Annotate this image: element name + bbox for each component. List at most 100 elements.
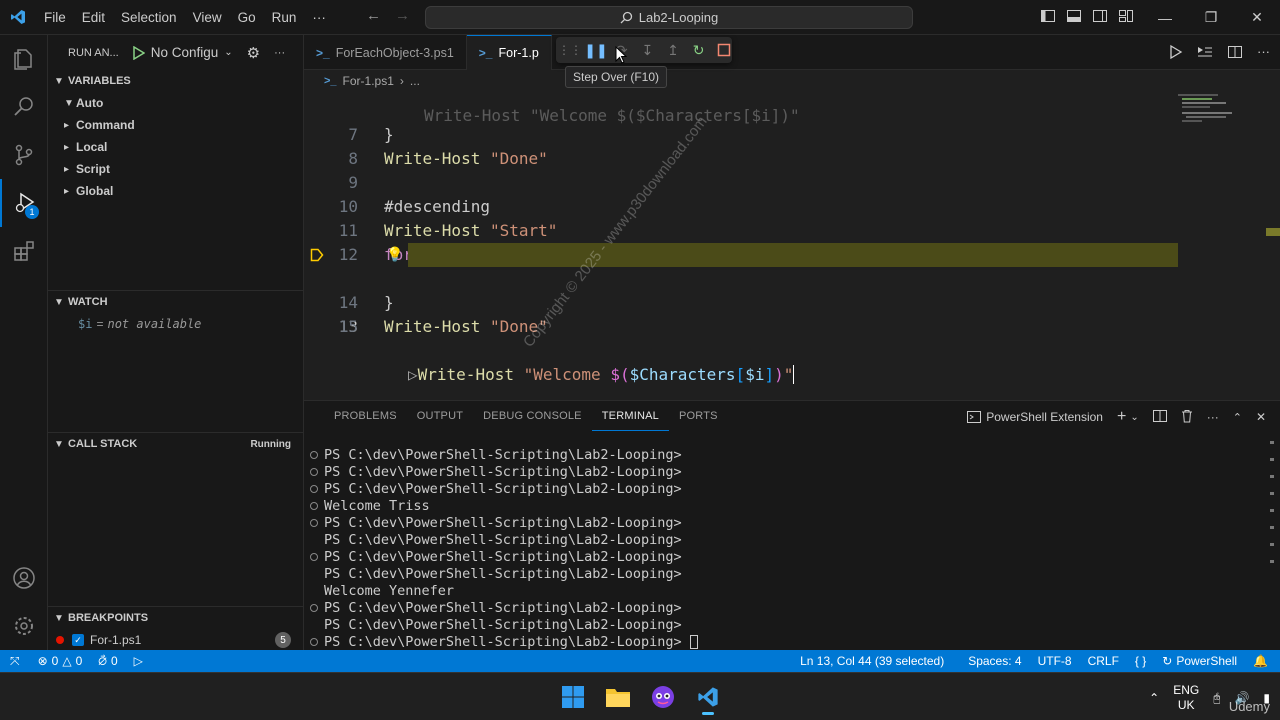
search-icon[interactable]	[0, 83, 48, 131]
panel-tabs: PROBLEMS OUTPUT DEBUG CONSOLE TERMINAL P…	[304, 401, 1280, 431]
terminal-scrollbar[interactable]	[1270, 441, 1274, 641]
breadcrumb-more[interactable]: ...	[410, 74, 420, 88]
launch-config-select[interactable]: No Configu ⌄	[132, 45, 233, 60]
powershell-file-icon: >_	[478, 46, 493, 60]
minimize-icon[interactable]: —	[1142, 0, 1188, 35]
step-into-icon[interactable]: ↧	[640, 42, 656, 58]
code-text: ▷Write-Host "Welcome $($Characters[$i])"	[408, 365, 795, 384]
run-file-icon[interactable]	[1169, 44, 1183, 63]
variables-scope-auto[interactable]: ▼ Auto	[48, 92, 303, 114]
lightbulb-icon[interactable]: 💡	[386, 243, 403, 267]
input-language[interactable]: ENG UK	[1173, 683, 1199, 713]
code-line-7: 7}	[348, 125, 394, 144]
terminal-selector[interactable]: PowerShell Extension	[967, 410, 1103, 424]
show-hidden-icons-chevron-icon[interactable]: ⌃	[1149, 691, 1159, 705]
debug-status-icon[interactable]: ▷	[126, 650, 151, 672]
tab-terminal[interactable]: TERMINAL	[591, 401, 669, 431]
ports-status[interactable]: ⦳ 0	[90, 650, 125, 672]
notifications-bell-icon[interactable]: 🔔	[1245, 650, 1280, 672]
drag-handle-icon[interactable]: ⋮⋮	[558, 42, 582, 58]
windows-start-icon[interactable]	[555, 679, 591, 715]
menu-more[interactable]: ···	[304, 0, 334, 35]
call-stack-header[interactable]: ▼ CALL STACK Running	[48, 433, 303, 455]
language-mode[interactable]: ↻ PowerShell	[1154, 650, 1245, 672]
current-line-highlight	[408, 243, 1178, 267]
account-icon[interactable]	[0, 554, 48, 602]
app-mascot-icon[interactable]	[645, 679, 681, 715]
udemy-brand: Udemy	[1228, 699, 1270, 714]
variables-scope-local[interactable]: ▸ Local	[48, 136, 303, 158]
remote-indicator-icon[interactable]: ⤧	[0, 650, 30, 672]
menu-go[interactable]: Go	[230, 0, 264, 35]
more-actions-icon[interactable]: ···	[1257, 44, 1270, 63]
close-panel-icon[interactable]: ✕	[1256, 410, 1266, 424]
variables-header[interactable]: ▼ VARIABLES	[48, 70, 303, 92]
restore-icon[interactable]: ❐	[1188, 0, 1234, 35]
toggle-sidebar-icon[interactable]	[1040, 8, 1056, 24]
maximize-panel-icon[interactable]: ⌃	[1233, 411, 1242, 424]
chevron-down-icon: ▼	[54, 296, 64, 308]
source-control-icon[interactable]	[0, 131, 48, 179]
line-ending[interactable]: CRLF	[1080, 650, 1127, 672]
tab-foreachobject-3[interactable]: >_ ForEachObject-3.ps1	[304, 35, 467, 70]
split-editor-icon[interactable]	[1227, 44, 1243, 63]
breadcrumb-file[interactable]: For-1.ps1	[343, 74, 394, 88]
kill-terminal-trash-icon[interactable]	[1181, 409, 1193, 426]
network-icon[interactable]: 🖰	[1213, 691, 1220, 706]
tab-ports[interactable]: PORTS	[669, 401, 728, 431]
run-debug-icon[interactable]: 1	[0, 179, 48, 227]
indentation[interactable]: Spaces: 4	[960, 650, 1029, 672]
new-terminal-icon[interactable]: +	[1117, 408, 1126, 426]
run-selection-icon[interactable]	[1197, 44, 1213, 63]
vscode-taskbar-icon[interactable]	[690, 679, 726, 715]
breakpoints-header[interactable]: ▼ BREAKPOINTS	[48, 607, 303, 629]
run-debug-sidebar: RUN AN... No Configu ⌄ ⚙ ··· ▼ VARIABLES …	[48, 35, 304, 650]
chevron-right-icon: ▸	[64, 163, 70, 175]
watch-header[interactable]: ▼ WATCH	[48, 291, 303, 313]
encoding[interactable]: UTF-8	[1030, 650, 1080, 672]
debug-settings-gear-icon[interactable]: ⚙	[247, 44, 260, 62]
start-debug-icon[interactable]	[132, 45, 145, 60]
variables-scope-script[interactable]: ▸ Script	[48, 158, 303, 180]
file-explorer-icon[interactable]	[600, 679, 636, 715]
breakpoint-item[interactable]: ✓ For-1.ps1 5	[48, 629, 303, 651]
restart-icon[interactable]: ↻	[691, 42, 707, 58]
chevron-down-icon[interactable]: ⌄	[1130, 412, 1138, 423]
close-icon[interactable]: ✕	[1234, 0, 1280, 35]
minimap[interactable]	[1178, 92, 1240, 132]
customize-layout-icon[interactable]	[1118, 8, 1134, 24]
toggle-secondary-sidebar-icon[interactable]	[1092, 8, 1108, 24]
tab-output[interactable]: OUTPUT	[407, 401, 473, 431]
variables-scope-global[interactable]: ▸ Global	[48, 180, 303, 202]
menu-run[interactable]: Run	[264, 0, 305, 35]
terminal-line: PS C:\dev\PowerShell-Scripting\Lab2-Loop…	[310, 600, 682, 617]
extensions-icon[interactable]	[0, 227, 48, 275]
stop-icon[interactable]	[716, 42, 732, 58]
toggle-panel-icon[interactable]	[1066, 8, 1082, 24]
back-arrow-icon[interactable]: ←	[366, 7, 381, 24]
explorer-icon[interactable]	[0, 35, 48, 83]
more-actions-icon[interactable]: ···	[274, 47, 285, 59]
menu-file[interactable]: File	[36, 0, 74, 35]
command-center[interactable]: Lab2-Looping	[425, 6, 913, 29]
variables-scope-command[interactable]: ▸ Command	[48, 114, 303, 136]
code-view[interactable]: Write-Host "Welcome $($Characters[$i])" …	[304, 92, 1264, 400]
menu-view[interactable]: View	[185, 0, 230, 35]
tab-for-1[interactable]: >_ For-1.p	[466, 35, 552, 70]
pause-icon[interactable]: ❚❚	[584, 42, 607, 58]
step-out-icon[interactable]: ↥	[665, 42, 681, 58]
watch-expression[interactable]: $i = not available	[48, 313, 303, 335]
menu-selection[interactable]: Selection	[113, 0, 185, 35]
tab-debug-console[interactable]: DEBUG CONSOLE	[473, 401, 592, 431]
language-mode-braces-icon[interactable]: { }	[1127, 650, 1154, 672]
problems-status[interactable]: ⊗ 0 △ 0	[30, 650, 91, 672]
cursor-position[interactable]: Ln 13, Col 44 (39 selected)	[792, 650, 952, 672]
tab-problems[interactable]: PROBLEMS	[324, 401, 407, 431]
split-terminal-icon[interactable]	[1152, 409, 1167, 426]
breakpoint-checkbox[interactable]: ✓	[72, 634, 84, 646]
menu-edit[interactable]: Edit	[74, 0, 113, 35]
forward-arrow-icon[interactable]: →	[395, 7, 410, 24]
more-actions-icon[interactable]: ···	[1207, 410, 1219, 424]
settings-gear-icon[interactable]	[0, 602, 48, 650]
terminal-output[interactable]: PS C:\dev\PowerShell-Scripting\Lab2-Loop…	[304, 447, 1264, 650]
